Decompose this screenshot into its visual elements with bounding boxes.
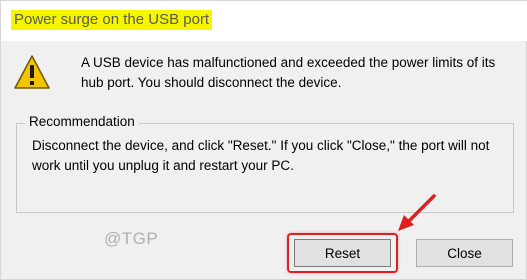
warning-triangle-icon	[14, 55, 50, 89]
close-button[interactable]: Close	[416, 239, 513, 267]
dialog-message: A USB device has malfunctioned and excee…	[81, 55, 496, 90]
recommendation-text: Disconnect the device, and click "Reset.…	[32, 138, 490, 173]
recommendation-label: Recommendation	[25, 114, 139, 129]
dialog-title: Power surge on the USB port	[11, 10, 213, 30]
recommendation-group: Recommendation Disconnect the device, an…	[16, 114, 514, 213]
reset-button[interactable]: Reset	[294, 239, 391, 267]
red-arrow-icon	[398, 194, 436, 231]
title-bar: Power surge on the USB port	[1, 1, 527, 41]
watermark-text: @TGP	[104, 229, 159, 248]
usb-surge-dialog: Power surge on the USB port A USB device…	[0, 0, 527, 280]
